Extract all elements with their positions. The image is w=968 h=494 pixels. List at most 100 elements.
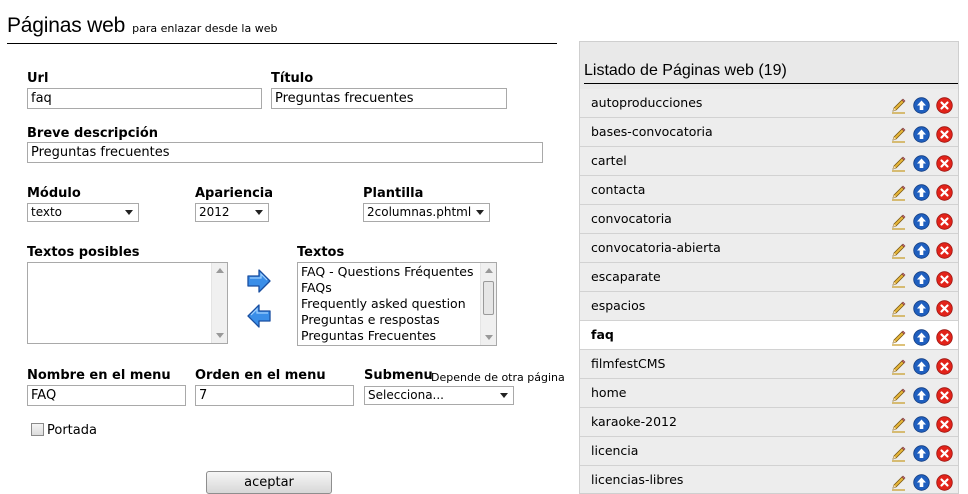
delete-icon[interactable] <box>936 329 953 346</box>
list-item-name[interactable]: licencias-libres <box>591 472 683 487</box>
delete-icon[interactable] <box>936 300 953 317</box>
modulo-select-value: texto <box>31 205 63 219</box>
descripcion-input[interactable]: Preguntas frecuentes <box>27 142 543 163</box>
delete-icon[interactable] <box>936 97 953 114</box>
list-item-name[interactable]: faq <box>591 327 614 342</box>
scroll-thumb[interactable] <box>483 281 494 315</box>
pencil-icon[interactable] <box>890 416 907 433</box>
list-item[interactable]: espacios <box>580 292 958 321</box>
list-item-name[interactable]: escaparate <box>591 269 661 284</box>
list-item-name[interactable]: licencia <box>591 443 638 458</box>
list-item[interactable]: convocatoria-abierta <box>580 234 958 263</box>
portada-checkbox[interactable] <box>31 423 44 436</box>
delete-icon[interactable] <box>936 358 953 375</box>
pencil-icon[interactable] <box>890 126 907 143</box>
list-item[interactable]: licencias-libres <box>580 466 958 493</box>
list-item[interactable]: faq <box>580 321 958 350</box>
orden-menu-input[interactable]: 7 <box>195 385 354 406</box>
up-arrow-icon[interactable] <box>913 474 930 491</box>
titulo-input[interactable]: Preguntas frecuentes <box>271 88 507 109</box>
textos-scrollbar[interactable] <box>480 263 496 345</box>
delete-icon[interactable] <box>936 126 953 143</box>
up-arrow-icon[interactable] <box>913 242 930 259</box>
up-arrow-icon[interactable] <box>913 387 930 404</box>
scroll-up-icon <box>216 268 224 273</box>
textos-option[interactable]: FAQs <box>298 280 496 296</box>
remove-text-button[interactable] <box>246 303 272 329</box>
up-arrow-icon[interactable] <box>913 416 930 433</box>
plantilla-select[interactable]: 2columnas.phtml <box>363 203 490 222</box>
textos-label: Textos <box>297 245 345 260</box>
list-item[interactable]: escaparate <box>580 263 958 292</box>
delete-icon[interactable] <box>936 184 953 201</box>
pencil-icon[interactable] <box>890 271 907 288</box>
up-arrow-icon[interactable] <box>913 184 930 201</box>
submenu-select[interactable]: Selecciona... <box>364 386 514 405</box>
modulo-select[interactable]: texto <box>27 203 139 222</box>
list-item-name[interactable]: home <box>591 385 626 400</box>
chevron-down-icon <box>500 393 508 398</box>
list-item-name[interactable]: bases-convocatoria <box>591 124 713 139</box>
pencil-icon[interactable] <box>890 358 907 375</box>
delete-icon[interactable] <box>936 242 953 259</box>
pencil-icon[interactable] <box>890 474 907 491</box>
list-item-name[interactable]: espacios <box>591 298 645 313</box>
pencil-icon[interactable] <box>890 387 907 404</box>
textos-posibles-label: Textos posibles <box>27 245 140 260</box>
list-item-name[interactable]: cartel <box>591 153 627 168</box>
up-arrow-icon[interactable] <box>913 329 930 346</box>
textos-posibles-listbox[interactable] <box>27 262 228 344</box>
list-item[interactable]: home <box>580 379 958 408</box>
delete-icon[interactable] <box>936 213 953 230</box>
list-item[interactable]: autoproducciones <box>580 89 958 118</box>
list-item[interactable]: convocatoria <box>580 205 958 234</box>
delete-icon[interactable] <box>936 271 953 288</box>
list-item[interactable]: bases-convocatoria <box>580 118 958 147</box>
titulo-label: Título <box>271 71 314 86</box>
list-item-name[interactable]: convocatoria-abierta <box>591 240 721 255</box>
up-arrow-icon[interactable] <box>913 300 930 317</box>
pencil-icon[interactable] <box>890 445 907 462</box>
list-item-name[interactable]: convocatoria <box>591 211 672 226</box>
submit-button[interactable]: aceptar <box>206 471 332 494</box>
textos-posibles-scrollbar[interactable] <box>211 263 227 343</box>
up-arrow-icon[interactable] <box>913 213 930 230</box>
textos-option[interactable]: Preguntas e respostas <box>298 312 496 328</box>
textos-option[interactable]: Frequently asked question <box>298 296 496 312</box>
url-input[interactable]: faq <box>27 88 262 109</box>
pencil-icon[interactable] <box>890 329 907 346</box>
pages-list-panel: Listado de Páginas web (19) autoproducci… <box>579 41 959 494</box>
list-item[interactable]: licencia <box>580 437 958 466</box>
list-item[interactable]: cartel <box>580 147 958 176</box>
up-arrow-icon[interactable] <box>913 126 930 143</box>
up-arrow-icon[interactable] <box>913 358 930 375</box>
pencil-icon[interactable] <box>890 213 907 230</box>
pencil-icon[interactable] <box>890 184 907 201</box>
pencil-icon[interactable] <box>890 97 907 114</box>
list-item-name[interactable]: contacta <box>591 182 645 197</box>
list-item-name[interactable]: autoproducciones <box>591 95 702 110</box>
up-arrow-icon[interactable] <box>913 155 930 172</box>
pencil-icon[interactable] <box>890 242 907 259</box>
delete-icon[interactable] <box>936 155 953 172</box>
textos-option[interactable]: FAQ - Questions Fréquentes <box>298 264 496 280</box>
delete-icon[interactable] <box>936 416 953 433</box>
list-item[interactable]: karaoke-2012 <box>580 408 958 437</box>
up-arrow-icon[interactable] <box>913 445 930 462</box>
add-text-button[interactable] <box>246 268 272 294</box>
pencil-icon[interactable] <box>890 300 907 317</box>
delete-icon[interactable] <box>936 445 953 462</box>
textos-option[interactable]: Preguntas Frecuentes <box>298 328 496 344</box>
delete-icon[interactable] <box>936 387 953 404</box>
delete-icon[interactable] <box>936 474 953 491</box>
up-arrow-icon[interactable] <box>913 97 930 114</box>
pencil-icon[interactable] <box>890 155 907 172</box>
list-item[interactable]: filmfestCMS <box>580 350 958 379</box>
nombre-menu-input[interactable]: FAQ <box>27 385 186 406</box>
textos-listbox[interactable]: FAQ - Questions Fréquentes FAQs Frequent… <box>297 262 497 346</box>
list-item-name[interactable]: filmfestCMS <box>591 356 665 371</box>
list-item[interactable]: contacta <box>580 176 958 205</box>
list-item-name[interactable]: karaoke-2012 <box>591 414 677 429</box>
up-arrow-icon[interactable] <box>913 271 930 288</box>
apariencia-select[interactable]: 2012 <box>195 203 269 222</box>
